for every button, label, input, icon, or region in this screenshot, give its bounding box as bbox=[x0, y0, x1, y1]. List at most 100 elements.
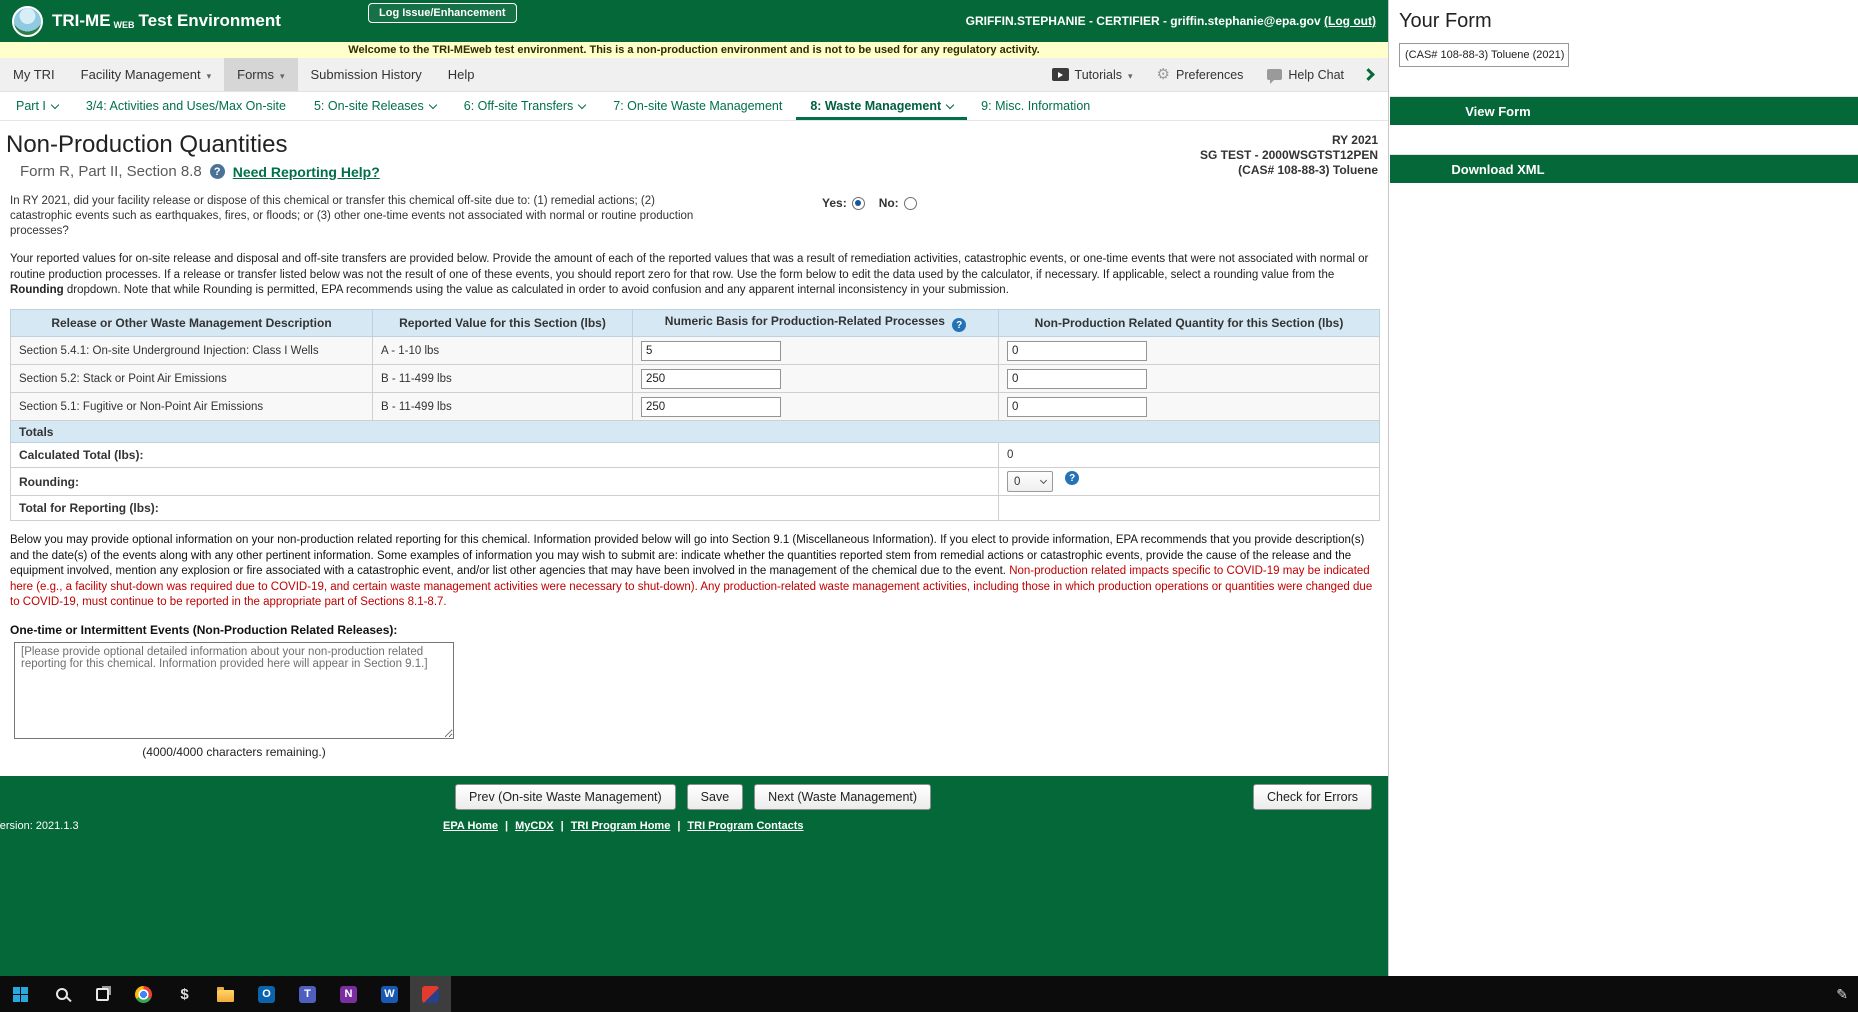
tab-activities-uses[interactable]: 3/4: Activities and Uses/Max On-site bbox=[72, 92, 300, 120]
form-section-tabs: Part I 3/4: Activities and Uses/Max On-s… bbox=[0, 92, 1388, 121]
table-header-row: Release or Other Waste Management Descri… bbox=[11, 309, 1380, 337]
tab-label: 8: Waste Management bbox=[810, 99, 941, 113]
table-row: Section 5.1: Fugitive or Non-Point Air E… bbox=[11, 393, 1380, 421]
form-meta: RY 2021 SG TEST - 2000WSGTST12PEN (CAS# … bbox=[1200, 133, 1378, 178]
chevron-down-icon bbox=[1040, 477, 1047, 484]
help-chat-button[interactable]: Help Chat bbox=[1255, 68, 1356, 82]
link-tri-program-home[interactable]: TRI Program Home bbox=[571, 820, 671, 832]
tab-misc-information[interactable]: 9: Misc. Information bbox=[967, 92, 1104, 120]
instructions-paragraph: Your reported values for on-site release… bbox=[10, 252, 1378, 299]
row-reported-value: B - 11-499 lbs bbox=[373, 393, 633, 421]
form-selector[interactable]: (CAS# 108-88-3) Toluene (2021) bbox=[1399, 43, 1569, 67]
non-production-qty-input[interactable] bbox=[1007, 369, 1147, 389]
form-selector-value: (CAS# 108-88-3) Toluene (2021) bbox=[1405, 49, 1564, 61]
separator bbox=[505, 820, 508, 832]
start-button[interactable] bbox=[0, 976, 41, 1012]
app-brand-sub: WEB bbox=[114, 20, 135, 30]
rounding-label: Rounding: bbox=[11, 468, 999, 496]
nav-label: Forms bbox=[237, 67, 274, 82]
chrome-icon bbox=[135, 986, 152, 1003]
chevron-down-icon bbox=[51, 100, 59, 108]
row-reported-value: A - 1-10 lbs bbox=[373, 337, 633, 365]
characters-remaining: (4000/4000 characters remaining.) bbox=[10, 745, 458, 759]
taskbar-file-explorer[interactable] bbox=[205, 976, 246, 1012]
version-label: Version: 2021.1.3 bbox=[0, 820, 79, 832]
view-form-label: View Form bbox=[1390, 104, 1606, 119]
log-issue-button[interactable]: Log Issue/Enhancement bbox=[368, 3, 517, 23]
non-production-table: Release or Other Waste Management Descri… bbox=[10, 309, 1380, 522]
link-mycdx[interactable]: MyCDX bbox=[515, 820, 554, 832]
check-for-errors-button[interactable]: Check for Errors bbox=[1253, 784, 1372, 810]
help-icon[interactable] bbox=[1065, 471, 1079, 485]
nav-label: Help bbox=[448, 67, 475, 82]
tab-onsite-releases[interactable]: 5: On-site Releases bbox=[300, 92, 450, 120]
logout-link[interactable]: (Log out) bbox=[1324, 14, 1376, 28]
tab-label: 9: Misc. Information bbox=[981, 99, 1090, 113]
save-button[interactable]: Save bbox=[687, 784, 744, 810]
taskbar-dollar-app[interactable] bbox=[164, 976, 205, 1012]
help-icon[interactable] bbox=[210, 164, 225, 179]
link-epa-home[interactable]: EPA Home bbox=[443, 820, 498, 832]
help-icon[interactable] bbox=[952, 318, 966, 332]
nav-my-tri[interactable]: My TRI bbox=[0, 58, 68, 91]
page-content: Non-Production Quantities Form R, Part I… bbox=[0, 121, 1388, 776]
test-environment-notice: Welcome to the TRI-MEweb test environmen… bbox=[0, 42, 1388, 58]
teams-icon bbox=[299, 986, 316, 1003]
totals-section-row: Totals bbox=[11, 421, 1380, 443]
taskbar-onenote[interactable] bbox=[328, 976, 369, 1012]
taskbar-teams[interactable] bbox=[287, 976, 328, 1012]
rounding-select[interactable]: 0 bbox=[1007, 471, 1053, 492]
video-icon bbox=[1052, 68, 1069, 81]
chat-bubble-icon bbox=[1267, 69, 1282, 80]
non-production-qty-input[interactable] bbox=[1007, 341, 1147, 361]
taskbar-word[interactable] bbox=[369, 976, 410, 1012]
taskbar-active-app[interactable] bbox=[410, 976, 451, 1012]
preferences-button[interactable]: Preferences bbox=[1145, 67, 1256, 82]
no-radio[interactable] bbox=[904, 197, 917, 210]
view-form-button[interactable]: View Form bbox=[1390, 96, 1858, 125]
nav-label: Submission History bbox=[311, 67, 422, 82]
calculated-total-row: Calculated Total (lbs): 0 bbox=[11, 443, 1380, 468]
need-reporting-help-link[interactable]: Need Reporting Help? bbox=[233, 164, 380, 180]
tab-part-i[interactable]: Part I bbox=[2, 92, 72, 120]
taskbar-chrome[interactable] bbox=[123, 976, 164, 1012]
table-row: Section 5.2: Stack or Point Air Emission… bbox=[11, 365, 1380, 393]
taskbar-search[interactable] bbox=[41, 976, 82, 1012]
tab-label: 6: Off-site Transfers bbox=[464, 99, 574, 113]
task-view-button[interactable] bbox=[82, 976, 123, 1012]
your-form-panel: Your Form (CAS# 108-88-3) Toluene (2021)… bbox=[1390, 0, 1858, 976]
tab-offsite-transfers[interactable]: 6: Off-site Transfers bbox=[450, 92, 600, 120]
tutorials-menu[interactable]: Tutorials bbox=[1040, 68, 1145, 82]
numeric-basis-input[interactable] bbox=[641, 397, 781, 417]
tab-label: 7: On-site Waste Management bbox=[613, 99, 782, 113]
row-description: Section 5.4.1: On-site Underground Injec… bbox=[11, 337, 373, 365]
app-header: TRI-ME WEB Test Environment Log Issue/En… bbox=[0, 0, 1388, 42]
nav-help[interactable]: Help bbox=[435, 58, 488, 91]
non-production-qty-input[interactable] bbox=[1007, 397, 1147, 417]
remedial-question-answers: Yes: No: bbox=[822, 196, 917, 210]
events-textarea[interactable] bbox=[14, 642, 454, 739]
link-tri-program-contacts[interactable]: TRI Program Contacts bbox=[687, 820, 803, 832]
totals-label: Totals bbox=[11, 421, 1380, 443]
caret-down-icon bbox=[207, 67, 212, 82]
prev-button[interactable]: Prev (On-site Waste Management) bbox=[455, 784, 676, 810]
tab-onsite-waste-management[interactable]: 7: On-site Waste Management bbox=[599, 92, 796, 120]
panel-collapse-chevron-icon[interactable] bbox=[1362, 68, 1375, 81]
numeric-basis-input[interactable] bbox=[641, 341, 781, 361]
taskbar-outlook[interactable] bbox=[246, 976, 287, 1012]
active-app-icon bbox=[422, 986, 439, 1003]
yes-label: Yes: bbox=[822, 196, 847, 210]
tab-waste-management[interactable]: 8: Waste Management bbox=[796, 92, 967, 120]
nav-facility-management[interactable]: Facility Management bbox=[68, 58, 224, 91]
next-button[interactable]: Next (Waste Management) bbox=[754, 784, 931, 810]
nav-submission-history[interactable]: Submission History bbox=[298, 58, 435, 91]
page-title: Non-Production Quantities bbox=[6, 131, 1378, 159]
numeric-basis-input[interactable] bbox=[641, 369, 781, 389]
yes-radio[interactable] bbox=[852, 197, 865, 210]
chevron-down-icon bbox=[578, 100, 586, 108]
download-xml-button[interactable]: Download XML bbox=[1390, 154, 1858, 183]
nav-forms[interactable]: Forms bbox=[224, 58, 297, 91]
chemical-id: (CAS# 108-88-3) Toluene bbox=[1200, 163, 1378, 178]
pen-tray-icon[interactable] bbox=[1836, 986, 1848, 1003]
optional-info-paragraph: Below you may provide optional informati… bbox=[10, 533, 1378, 611]
